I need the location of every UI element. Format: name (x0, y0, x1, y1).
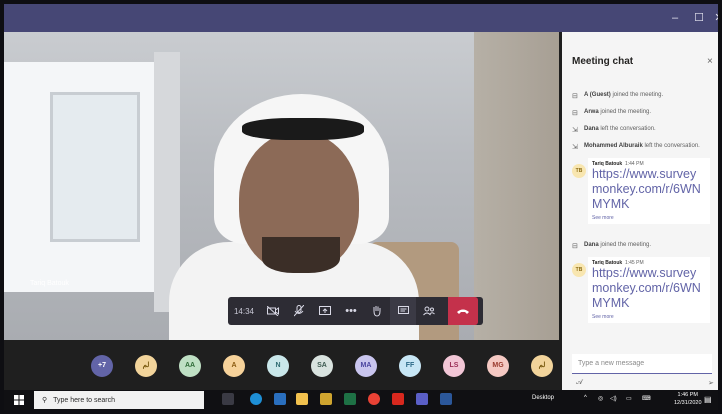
teams-icon[interactable] (416, 393, 428, 405)
chat-icon[interactable] (390, 297, 416, 325)
participants-roster: +7 لم AA A N SA MA FF LS MG لم (4, 340, 562, 390)
background-door (474, 32, 559, 340)
event-name: A (Guest) (584, 92, 611, 98)
event-name: Mohammed Alburaik (584, 143, 643, 149)
hang-up-button[interactable] (448, 297, 478, 325)
windows-taskbar: ⚲ Type here to search Desktop ^ ◎ ◁) ▭ ⌨… (4, 390, 718, 410)
chat-event: ⊟ Dana joined the meeting. (572, 242, 718, 250)
teams-window: – ☐ ✕ Tariq Batouk 14:34 ••• (4, 4, 718, 410)
camera-off-icon[interactable] (260, 297, 286, 325)
roster-avatar[interactable]: A (223, 355, 245, 377)
clock-date: 12/31/2020 (674, 400, 702, 406)
more-options-icon[interactable]: ••• (338, 297, 364, 325)
taskbar-clock[interactable]: 1:46 PM 12/31/2020 (674, 391, 702, 407)
search-icon: ⚲ (42, 397, 48, 404)
message-bubble: Tariq Batouk 1:44 PM https://www.surveym… (588, 158, 710, 224)
chat-message: TB Tariq Batouk 1:45 PM https://www.surv… (572, 257, 716, 329)
excel-icon[interactable] (344, 393, 356, 405)
roster-avatar[interactable]: +7 (91, 355, 113, 377)
word-icon[interactable] (440, 393, 452, 405)
chat-event: ⇲ Dana left the conversation. (572, 126, 718, 134)
meeting-chat-panel: Meeting chat × ⊟ A (Guest) joined the me… (562, 32, 718, 390)
chat-event: ⊟ A (Guest) joined the meeting. (572, 92, 718, 100)
roster-avatar[interactable]: MG (487, 355, 509, 377)
speaker-name-label: Tariq Batouk (30, 280, 69, 287)
event-text: left the conversation. (598, 126, 656, 132)
chrome-icon[interactable] (368, 393, 380, 405)
format-icon[interactable]: 𝒜 (576, 379, 583, 387)
roster-avatar[interactable]: N (267, 355, 289, 377)
roster-avatar[interactable]: لم (531, 355, 553, 377)
speaker-beard (262, 237, 340, 273)
raise-hand-icon[interactable] (364, 297, 390, 325)
roster-avatar[interactable]: لم (135, 355, 157, 377)
event-name: Arwa (584, 109, 599, 115)
roster-avatar[interactable]: MA (355, 355, 377, 377)
clock-time: 1:46 PM (677, 392, 698, 398)
participants-icon[interactable] (416, 297, 442, 325)
speaker-agal (242, 118, 364, 140)
minimize-button[interactable]: – (664, 10, 686, 26)
avatar: TB (572, 164, 586, 178)
roster-avatar[interactable]: LS (443, 355, 465, 377)
title-bar: – ☐ ✕ (4, 4, 718, 32)
display-icon[interactable]: ▭ (626, 395, 632, 402)
see-more-link[interactable]: See more (592, 314, 706, 320)
maximize-button[interactable]: ☐ (688, 10, 710, 26)
notifications-icon[interactable]: ▤ (704, 395, 712, 404)
send-icon[interactable]: ➢ (708, 379, 714, 387)
windows-start-icon[interactable] (12, 393, 26, 407)
see-more-link[interactable]: See more (592, 215, 706, 221)
event-text: joined the meeting. (610, 92, 664, 98)
join-icon: ⊟ (572, 243, 578, 250)
network-icon[interactable]: ◎ (598, 395, 603, 402)
call-timer: 14:34 (233, 306, 255, 316)
chat-panel-title: Meeting chat (572, 56, 634, 67)
search-placeholder: Type here to search (53, 396, 116, 404)
close-window-button[interactable]: ✕ (708, 10, 718, 26)
chat-event: ⇲ Mohammed Alburaik left the conversatio… (572, 143, 718, 151)
leave-icon: ⇲ (572, 144, 578, 151)
event-text: joined the meeting. (598, 109, 652, 115)
leave-icon: ⇲ (572, 127, 578, 134)
chat-message: TB Tariq Batouk 1:44 PM https://www.surv… (572, 158, 716, 230)
message-link[interactable]: https://www.surveymonkey.com/r/6WNMYMK (592, 167, 706, 213)
chat-close-button[interactable]: × (707, 56, 713, 67)
message-bubble: Tariq Batouk 1:45 PM https://www.surveym… (588, 257, 710, 323)
volume-icon[interactable]: ◁) (610, 395, 617, 402)
event-name: Dana (584, 126, 599, 132)
message-link[interactable]: https://www.surveymonkey.com/r/6WNMYMK (592, 266, 706, 312)
roster-avatar[interactable]: SA (311, 355, 333, 377)
edge-icon[interactable] (250, 393, 262, 405)
chat-event: ⊟ Arwa joined the meeting. (572, 109, 718, 117)
tray-chevron-icon[interactable]: ^ (584, 395, 587, 401)
roster-avatar[interactable]: FF (399, 355, 421, 377)
acrobat-icon[interactable] (392, 393, 404, 405)
photos-icon[interactable] (274, 393, 286, 405)
background-window-pane (50, 92, 140, 242)
event-name: Dana (584, 242, 599, 248)
share-screen-icon[interactable] (312, 297, 338, 325)
video-stage: Tariq Batouk 14:34 ••• (4, 32, 559, 340)
folder-icon[interactable] (320, 393, 332, 405)
mic-off-icon[interactable] (286, 297, 312, 325)
task-view-icon[interactable] (222, 393, 234, 405)
compose-message-input[interactable]: Type a new message (572, 354, 712, 374)
avatar: TB (572, 263, 586, 277)
files-icon[interactable] (296, 393, 308, 405)
join-icon: ⊟ (572, 93, 578, 100)
join-icon: ⊟ (572, 110, 578, 117)
keyboard-icon[interactable]: ⌨ (642, 395, 651, 402)
event-text: left the conversation. (642, 143, 700, 149)
event-text: joined the meeting. (598, 242, 652, 248)
call-controls-bar: 14:34 ••• (228, 297, 483, 325)
taskbar-search-input[interactable]: ⚲ Type here to search (34, 391, 204, 409)
desktop-toolbar-label[interactable]: Desktop (532, 395, 554, 401)
roster-avatar[interactable]: AA (179, 355, 201, 377)
